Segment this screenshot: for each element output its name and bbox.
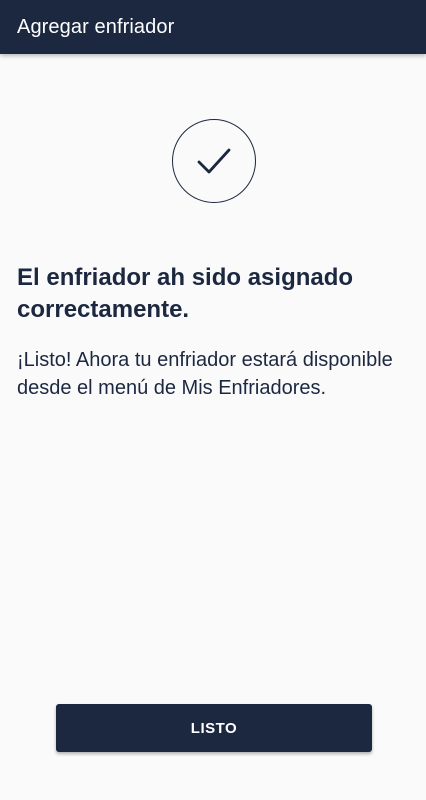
done-button[interactable]: LISTO [56,704,372,752]
checkmark-icon [197,148,231,174]
success-check-circle [172,119,256,203]
app-bar-title: Agregar enfriador [17,15,175,38]
app-bar: Agregar enfriador [0,0,426,54]
success-message: ¡Listo! Ahora tu enfriador estará dispon… [17,349,393,399]
success-headline: El enfriador ah sido asignado correctame… [17,264,354,323]
